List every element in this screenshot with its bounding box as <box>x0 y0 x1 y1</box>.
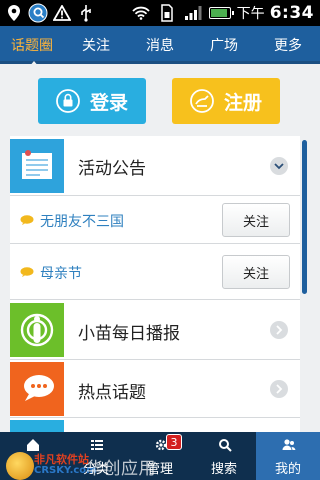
tab-plaza[interactable]: 广场 <box>192 26 256 64</box>
status-bar-left <box>4 2 96 24</box>
notepad-icon <box>10 139 64 193</box>
list-item-daily-broadcast[interactable]: 小苗每日播报 <box>10 300 300 360</box>
chevron-down-icon[interactable] <box>270 157 288 175</box>
usb-icon <box>76 3 96 23</box>
follow-button[interactable]: 关注 <box>222 203 290 237</box>
register-label: 注册 <box>223 91 262 114</box>
top-tab-bar: 话题圈 关注 消息 广场 更多 <box>0 26 320 67</box>
watermark-text: 华创应用 · HUACHUANGZS.COM <box>86 459 272 480</box>
list-item-announcement[interactable]: 活动公告 <box>10 136 300 196</box>
login-label: 登录 <box>89 91 128 114</box>
chevron-right-icon[interactable] <box>270 321 288 339</box>
chat-bubble-icon <box>20 267 34 277</box>
watermark: 非凡软件站 CRSKY.com 华创应用 · HUACHUANGZS.COM <box>0 448 320 480</box>
clock-time: 6:34 <box>269 3 314 23</box>
tab-following[interactable]: 关注 <box>64 26 128 64</box>
follow-item-title[interactable]: 母亲节 <box>40 263 82 283</box>
follow-item-title[interactable]: 无朋友不三国 <box>40 211 124 231</box>
tab-messages[interactable]: 消息 <box>128 26 192 64</box>
register-icon <box>190 89 214 113</box>
status-bar: 下午 6:34 <box>0 0 320 26</box>
broadcast-icon <box>10 303 64 357</box>
app-notification-icon <box>28 3 48 23</box>
announcement-title: 活动公告 <box>78 159 146 179</box>
register-button[interactable]: 注册 <box>172 78 280 124</box>
daily-broadcast-title: 小苗每日播报 <box>78 324 180 344</box>
scrollbar[interactable] <box>302 140 307 294</box>
clock: 下午 6:34 <box>237 3 314 23</box>
chat-bubble-icon <box>20 215 34 225</box>
status-bar-right: 下午 6:34 <box>131 2 314 24</box>
list-item-follow[interactable]: 无朋友不三国 关注 <box>10 196 300 244</box>
warning-icon <box>52 3 72 23</box>
follow-button[interactable]: 关注 <box>222 255 290 289</box>
lock-icon <box>56 89 80 113</box>
battery-icon <box>208 7 234 19</box>
location-pin-icon <box>4 3 24 23</box>
signal-icon <box>183 3 203 23</box>
tab-more[interactable]: 更多 <box>256 26 320 64</box>
tab-topic-circle[interactable]: 话题圈 <box>0 26 64 67</box>
clock-ampm: 下午 <box>236 6 265 22</box>
list-item-hot-topics[interactable]: 热点话题 <box>10 360 300 418</box>
topic-list[interactable]: 活动公告 无朋友不三国 关注 母亲节 关注 小苗每日播报 热点话题 <box>10 136 300 432</box>
watermark-logo <box>6 452 34 480</box>
hot-topics-title: 热点话题 <box>78 383 146 403</box>
login-button[interactable]: 登录 <box>38 78 146 124</box>
sim-icon <box>157 3 177 23</box>
next-item-thumbnail <box>10 420 64 432</box>
chevron-right-icon[interactable] <box>270 380 288 398</box>
chat-bubbles-icon <box>10 362 64 416</box>
wifi-icon <box>131 3 151 23</box>
list-item-follow[interactable]: 母亲节 关注 <box>10 244 300 300</box>
